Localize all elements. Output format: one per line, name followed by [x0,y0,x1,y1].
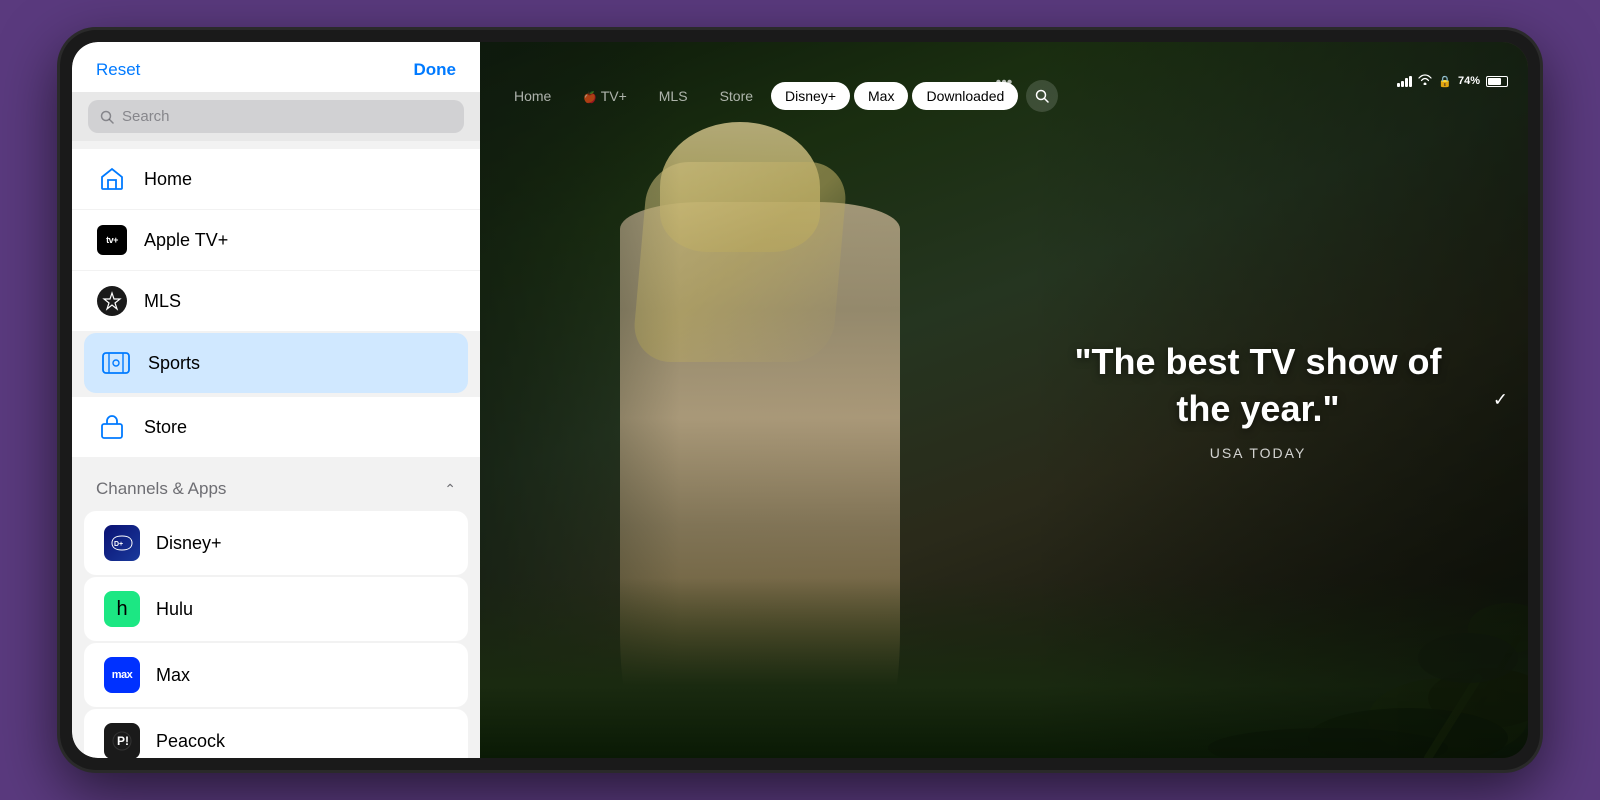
battery-icon [1486,76,1508,87]
checkmark-button[interactable]: ✓ [1493,390,1508,411]
signal-bar-3 [1405,78,1408,87]
max-icon: max [104,657,140,693]
channels-section-header: Channels & Apps ⌃ [72,465,480,509]
hero-background: "The best TV show of the year." USA TODA… [480,42,1528,758]
channels-section-title: Channels & Apps [96,479,226,499]
appletv-label: Apple TV+ [144,230,228,251]
nav-item-disney[interactable]: Disney+ [771,82,850,110]
store-icon [96,411,128,443]
main-content: "The best TV show of the year." USA TODA… [480,42,1528,758]
mls-icon [96,285,128,317]
svg-text:D+: D+ [114,541,123,548]
search-area: Search [72,92,480,141]
quote-source: USA TODAY [1048,445,1468,461]
search-bar-icon [100,110,114,124]
battery-fill [1488,78,1501,85]
sidebar-header: Reset Done [72,42,480,92]
nav-item-store[interactable]: Store [706,82,767,110]
nav-list-item-store[interactable]: Store [72,397,480,457]
sidebar: Reset Done Search [72,42,480,758]
quote-overlay: "The best TV show of the year." USA TODA… [1048,339,1468,461]
home-label: Home [144,169,192,190]
search-placeholder: Search [122,108,170,125]
channel-item-max[interactable]: max Max [84,643,468,707]
home-icon [96,163,128,195]
sports-label: Sports [148,353,200,374]
nav-item-appletv[interactable]: 🍎 TV+ [569,82,640,110]
nav-list-item-home[interactable]: Home [72,149,480,209]
channel-item-peacock[interactable]: P! Peacock [84,709,468,758]
tablet-frame: "The best TV show of the year." USA TODA… [60,30,1540,770]
signal-bar-2 [1401,81,1404,87]
status-area: 🔒 74% [1397,74,1508,88]
nav-bar: Home 🍎 TV+ MLS Store Disney+ Max Downloa… [480,70,1528,122]
nav-list-item-mls[interactable]: MLS [72,271,480,331]
nav-item-max[interactable]: Max [854,82,908,110]
tablet-inner: "The best TV show of the year." USA TODA… [72,42,1528,758]
peacock-label: Peacock [156,731,225,752]
signal-bars [1397,75,1412,87]
nav-items-section: Home tv+ Apple TV+ [72,141,480,465]
quote-text: "The best TV show of the year." [1048,339,1468,433]
channel-item-hulu[interactable]: h Hulu [84,577,468,641]
reset-button[interactable]: Reset [96,60,140,80]
search-bar[interactable]: Search [88,100,464,133]
disney-icon: D+ [104,525,140,561]
signal-bar-1 [1397,83,1400,87]
peacock-icon: P! [104,723,140,758]
battery-percent: 74% [1458,75,1480,87]
hulu-icon: h [104,591,140,627]
dots-indicator: ••• [996,74,1013,92]
lock-icon: 🔒 [1438,75,1452,88]
appletv-icon: tv+ [96,224,128,256]
nav-list-item-sports[interactable]: Sports [84,333,468,393]
nav-list-item-appletv[interactable]: tv+ Apple TV+ [72,210,480,270]
max-label: Max [156,665,190,686]
svg-text:P!: P! [117,734,129,748]
done-button[interactable]: Done [414,60,457,80]
channels-chevron[interactable]: ⌃ [444,481,456,498]
search-button[interactable] [1026,80,1058,112]
store-label: Store [144,417,187,438]
nav-item-home[interactable]: Home [500,82,565,110]
sports-icon [100,347,132,379]
channel-item-disney[interactable]: D+ Disney+ [84,511,468,575]
search-icon [1035,89,1049,103]
mls-label: MLS [144,291,181,312]
nav-item-mls[interactable]: MLS [645,82,702,110]
hulu-label: Hulu [156,599,193,620]
signal-bar-4 [1409,76,1412,87]
disney-label: Disney+ [156,533,222,554]
wifi-icon [1418,74,1432,88]
